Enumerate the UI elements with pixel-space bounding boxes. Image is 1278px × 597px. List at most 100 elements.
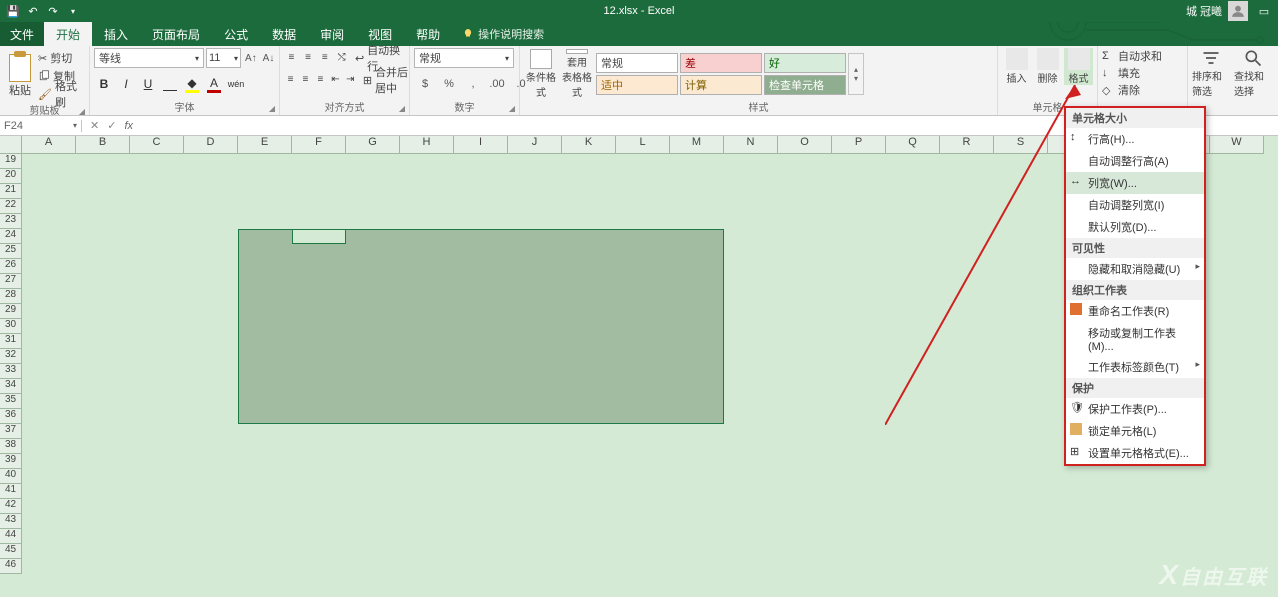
cell[interactable] [886, 169, 940, 184]
row-header[interactable]: 45 [0, 544, 22, 559]
cell[interactable] [832, 184, 886, 199]
tab-home[interactable]: 开始 [44, 22, 92, 46]
increase-decimal-icon[interactable]: .00 [486, 74, 508, 94]
cell[interactable] [724, 334, 778, 349]
conditional-formatting-button[interactable]: 条件格式 [524, 49, 558, 99]
autosum-button[interactable]: Σ自动求和 [1102, 48, 1162, 64]
cell[interactable] [22, 469, 76, 484]
cell[interactable] [400, 169, 454, 184]
cell[interactable] [1210, 349, 1264, 364]
cell[interactable] [670, 184, 724, 199]
cell[interactable] [832, 199, 886, 214]
cell[interactable] [292, 424, 346, 439]
cell[interactable] [184, 424, 238, 439]
cell[interactable] [22, 424, 76, 439]
column-header[interactable]: H [400, 136, 454, 154]
menu-move-copy-sheet[interactable]: 移动或复制工作表(M)... [1066, 322, 1204, 356]
cell[interactable] [886, 424, 940, 439]
cell[interactable] [616, 424, 670, 439]
column-header[interactable]: O [778, 136, 832, 154]
cell[interactable] [724, 259, 778, 274]
font-size-select[interactable]: 11▾ [206, 48, 241, 68]
cell[interactable] [778, 199, 832, 214]
cell[interactable] [778, 559, 832, 574]
cell[interactable] [292, 154, 346, 169]
cell[interactable] [1210, 514, 1264, 529]
cell[interactable] [724, 439, 778, 454]
row-header[interactable]: 44 [0, 529, 22, 544]
cell[interactable] [508, 454, 562, 469]
cell[interactable] [940, 274, 994, 289]
cell[interactable] [940, 244, 994, 259]
cell[interactable] [292, 169, 346, 184]
cell[interactable] [130, 154, 184, 169]
cell[interactable] [994, 499, 1048, 514]
number-launcher-icon[interactable]: ◢ [509, 104, 515, 113]
cell[interactable] [616, 454, 670, 469]
cell[interactable] [1102, 529, 1156, 544]
cell[interactable] [616, 199, 670, 214]
cell[interactable] [454, 199, 508, 214]
cell[interactable] [1048, 469, 1102, 484]
find-select-button[interactable]: 查找和选择 [1234, 48, 1272, 98]
cell[interactable] [292, 439, 346, 454]
cell[interactable] [400, 154, 454, 169]
qat-dropdown-icon[interactable]: ▾ [64, 2, 82, 20]
align-launcher-icon[interactable]: ◢ [399, 104, 405, 113]
cell[interactable] [832, 364, 886, 379]
cell[interactable] [454, 559, 508, 574]
cell[interactable] [832, 229, 886, 244]
cell[interactable] [454, 529, 508, 544]
cell[interactable] [346, 154, 400, 169]
cell[interactable] [1048, 529, 1102, 544]
cell[interactable] [184, 559, 238, 574]
cell[interactable] [886, 544, 940, 559]
cell[interactable] [1102, 484, 1156, 499]
cell[interactable] [724, 304, 778, 319]
cell[interactable] [1210, 394, 1264, 409]
merge-center-button[interactable]: ⊞合并后居中 [359, 70, 415, 90]
cell[interactable] [994, 424, 1048, 439]
cell[interactable] [22, 484, 76, 499]
cell[interactable] [832, 289, 886, 304]
cell[interactable] [238, 454, 292, 469]
menu-row-height[interactable]: ↕行高(H)... [1066, 128, 1204, 150]
cell[interactable] [400, 199, 454, 214]
column-header[interactable]: Q [886, 136, 940, 154]
cell[interactable] [508, 424, 562, 439]
cell[interactable] [76, 214, 130, 229]
cell[interactable] [1156, 529, 1210, 544]
cell[interactable] [346, 529, 400, 544]
cell[interactable] [724, 529, 778, 544]
cell[interactable] [670, 424, 724, 439]
cell[interactable] [508, 439, 562, 454]
format-as-table-button[interactable]: 套用 表格格式 [560, 49, 594, 99]
row-header[interactable]: 31 [0, 334, 22, 349]
cell[interactable] [562, 499, 616, 514]
cell[interactable] [670, 154, 724, 169]
cell[interactable] [76, 439, 130, 454]
row-header[interactable]: 35 [0, 394, 22, 409]
cell[interactable] [76, 529, 130, 544]
cell[interactable] [184, 349, 238, 364]
cell[interactable] [670, 514, 724, 529]
cell[interactable] [940, 469, 994, 484]
cell[interactable] [22, 319, 76, 334]
borders-button[interactable] [160, 74, 180, 94]
cell[interactable] [616, 529, 670, 544]
cell[interactable] [76, 229, 130, 244]
cell[interactable] [454, 184, 508, 199]
cell[interactable] [940, 484, 994, 499]
cell[interactable] [994, 559, 1048, 574]
tab-page-layout[interactable]: 页面布局 [140, 22, 212, 46]
cell[interactable] [940, 169, 994, 184]
cell[interactable] [562, 169, 616, 184]
cell[interactable] [940, 214, 994, 229]
cell[interactable] [184, 304, 238, 319]
cell[interactable] [346, 424, 400, 439]
cell[interactable] [1156, 514, 1210, 529]
tab-insert[interactable]: 插入 [92, 22, 140, 46]
format-painter-button[interactable]: 🖌格式刷 [38, 86, 85, 102]
cell[interactable] [184, 169, 238, 184]
column-header[interactable]: D [184, 136, 238, 154]
